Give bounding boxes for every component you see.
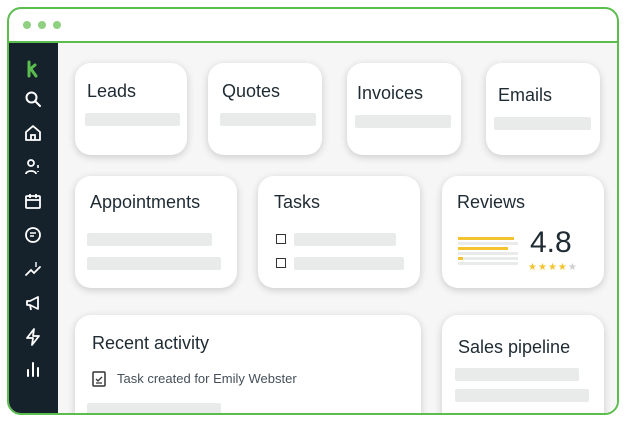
- recent-activity-title: Recent activity: [92, 333, 210, 353]
- appointments-title: Appointments: [90, 192, 201, 212]
- placeholder-bar: [87, 233, 212, 246]
- reviews-title: Reviews: [457, 192, 526, 212]
- placeholder-bar: [355, 115, 451, 128]
- home-icon[interactable]: [23, 123, 43, 143]
- clipboard-icon: [92, 370, 106, 387]
- rating-bar: [463, 257, 518, 260]
- rating-bar: [458, 237, 514, 240]
- recent-activity-card[interactable]: Recent activity Task created for Emily W…: [75, 315, 421, 413]
- sales-pipeline-title: Sales pipeline: [458, 337, 571, 357]
- invoices-title: Invoices: [357, 83, 424, 103]
- rating-bar: [458, 262, 518, 265]
- appointments-card[interactable]: Appointments: [75, 176, 237, 288]
- tasks-title: Tasks: [274, 192, 321, 212]
- window-dot-1[interactable]: [23, 21, 31, 29]
- window-dot-2[interactable]: [38, 21, 46, 29]
- placeholder-bar: [87, 403, 221, 413]
- placeholder-bar: [455, 368, 579, 381]
- star-icon: ★: [528, 262, 538, 273]
- placeholder-bar: [455, 389, 589, 402]
- app-window: Leads Quotes Invoices Emails Appointment…: [7, 7, 619, 415]
- megaphone-icon[interactable]: [23, 293, 43, 313]
- rating-value: 4.8: [530, 226, 572, 259]
- placeholder-bar: [294, 233, 396, 246]
- contacts-icon[interactable]: [23, 157, 43, 177]
- calendar-icon[interactable]: [23, 191, 43, 211]
- star-icon: ★: [537, 262, 548, 273]
- rating-bar: [458, 247, 508, 250]
- task-checkbox[interactable]: [276, 234, 286, 244]
- emails-title: Emails: [498, 85, 553, 105]
- emails-card[interactable]: Emails: [486, 63, 600, 155]
- search-icon[interactable]: [23, 89, 43, 109]
- lightning-icon[interactable]: [23, 327, 43, 347]
- dashboard: Leads Quotes Invoices Emails Appointment…: [58, 43, 617, 413]
- rating-bar: [458, 252, 518, 255]
- logo-icon[interactable]: [23, 59, 43, 79]
- leads-card[interactable]: Leads: [75, 63, 187, 155]
- placeholder-bar: [294, 257, 404, 270]
- placeholder-bar: [494, 117, 591, 130]
- star-rating: ★★★★★: [528, 262, 578, 273]
- star-icon: ★: [567, 262, 578, 273]
- star-icon: ★: [547, 262, 558, 273]
- sidebar: [9, 43, 58, 413]
- rating-bar: [458, 242, 518, 245]
- star-icon: ★: [557, 262, 568, 273]
- quotes-card[interactable]: Quotes: [208, 63, 322, 155]
- reports-icon[interactable]: [23, 359, 43, 379]
- activity-item[interactable]: Task created for Emily Webster: [117, 371, 297, 386]
- task-checkbox[interactable]: [276, 258, 286, 268]
- quotes-title: Quotes: [222, 81, 281, 101]
- chat-icon[interactable]: [23, 225, 43, 245]
- sales-pipeline-card[interactable]: Sales pipeline: [442, 315, 604, 413]
- placeholder-bar: [220, 113, 316, 126]
- reviews-card[interactable]: Reviews 4.8 ★★★★★: [442, 176, 604, 288]
- leads-title: Leads: [87, 81, 137, 101]
- tasks-card[interactable]: Tasks: [258, 176, 420, 288]
- title-bar: [9, 9, 617, 43]
- sales-icon[interactable]: [23, 259, 43, 279]
- placeholder-bar: [87, 257, 221, 270]
- invoices-card[interactable]: Invoices: [347, 63, 461, 155]
- window-dot-3[interactable]: [53, 21, 61, 29]
- placeholder-bar: [85, 113, 180, 126]
